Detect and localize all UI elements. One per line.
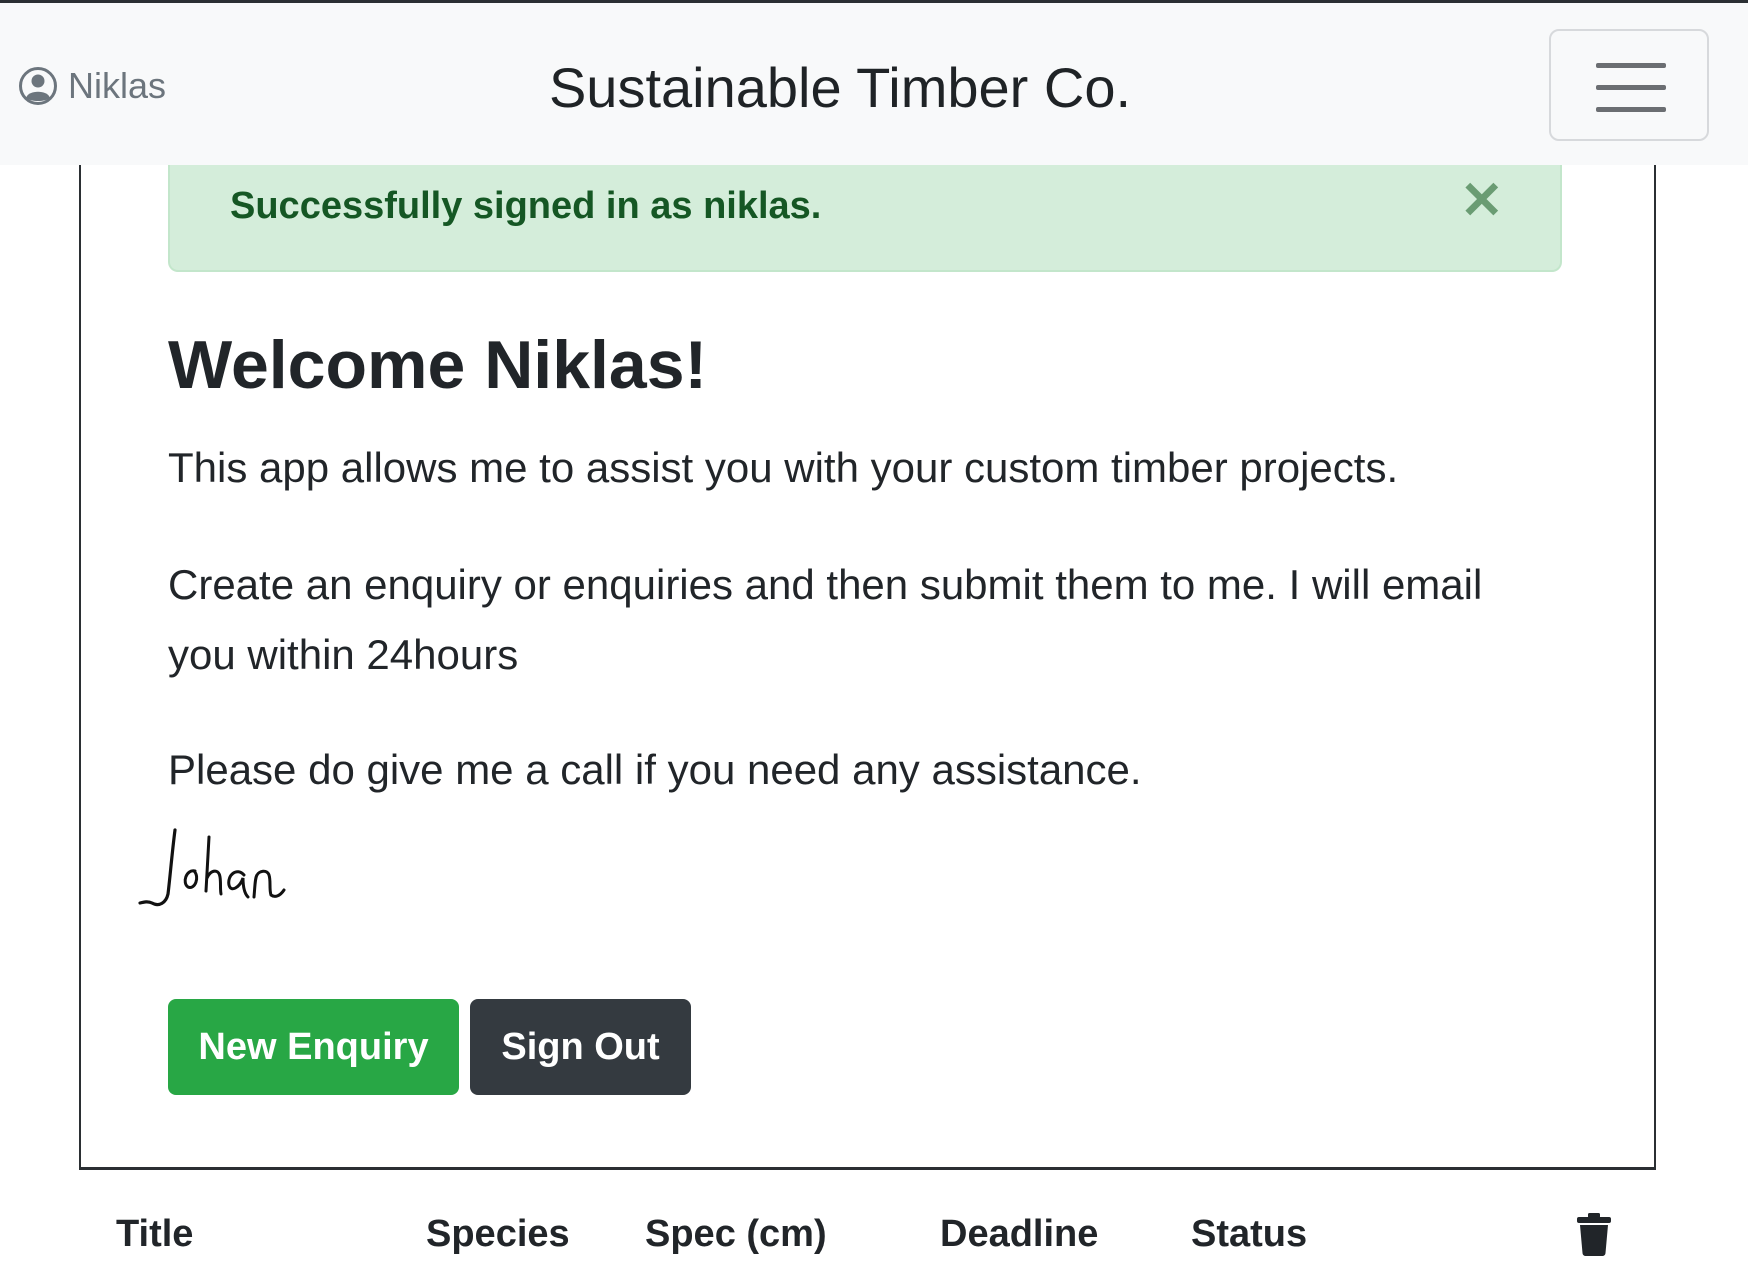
sign-out-button[interactable]: Sign Out — [470, 999, 691, 1095]
assistance-paragraph: Please do give me a call if you need any… — [168, 746, 1142, 793]
brand-title[interactable]: Sustainable Timber Co. — [0, 55, 1680, 120]
menu-toggle-button[interactable] — [1549, 29, 1709, 141]
new-enquiry-button[interactable]: New Enquiry — [168, 999, 459, 1095]
alert-message: Successfully signed in as niklas. — [230, 185, 822, 227]
trash-icon[interactable] — [1576, 1212, 1612, 1256]
intro-paragraph: This app allows me to assist you with yo… — [168, 444, 1399, 491]
signature-image — [138, 828, 286, 907]
column-header-species[interactable]: Species — [426, 1213, 570, 1256]
hamburger-icon-line — [1596, 85, 1666, 90]
close-icon[interactable]: ✕ — [1460, 175, 1504, 227]
column-header-spec[interactable]: Spec (cm) — [645, 1213, 827, 1256]
instructions-paragraph: Create an enquiry or enquiries and then … — [168, 561, 1483, 678]
column-header-title[interactable]: Title — [116, 1213, 193, 1256]
success-alert: Successfully signed in as niklas. ✕ — [168, 165, 1562, 272]
hamburger-icon-line — [1596, 63, 1666, 68]
navbar: Niklas Sustainable Timber Co. — [0, 3, 1748, 165]
welcome-heading: Welcome Niklas! — [168, 327, 708, 403]
hamburger-icon-line — [1596, 107, 1666, 112]
column-header-deadline[interactable]: Deadline — [940, 1213, 1098, 1256]
column-header-status[interactable]: Status — [1191, 1213, 1307, 1256]
